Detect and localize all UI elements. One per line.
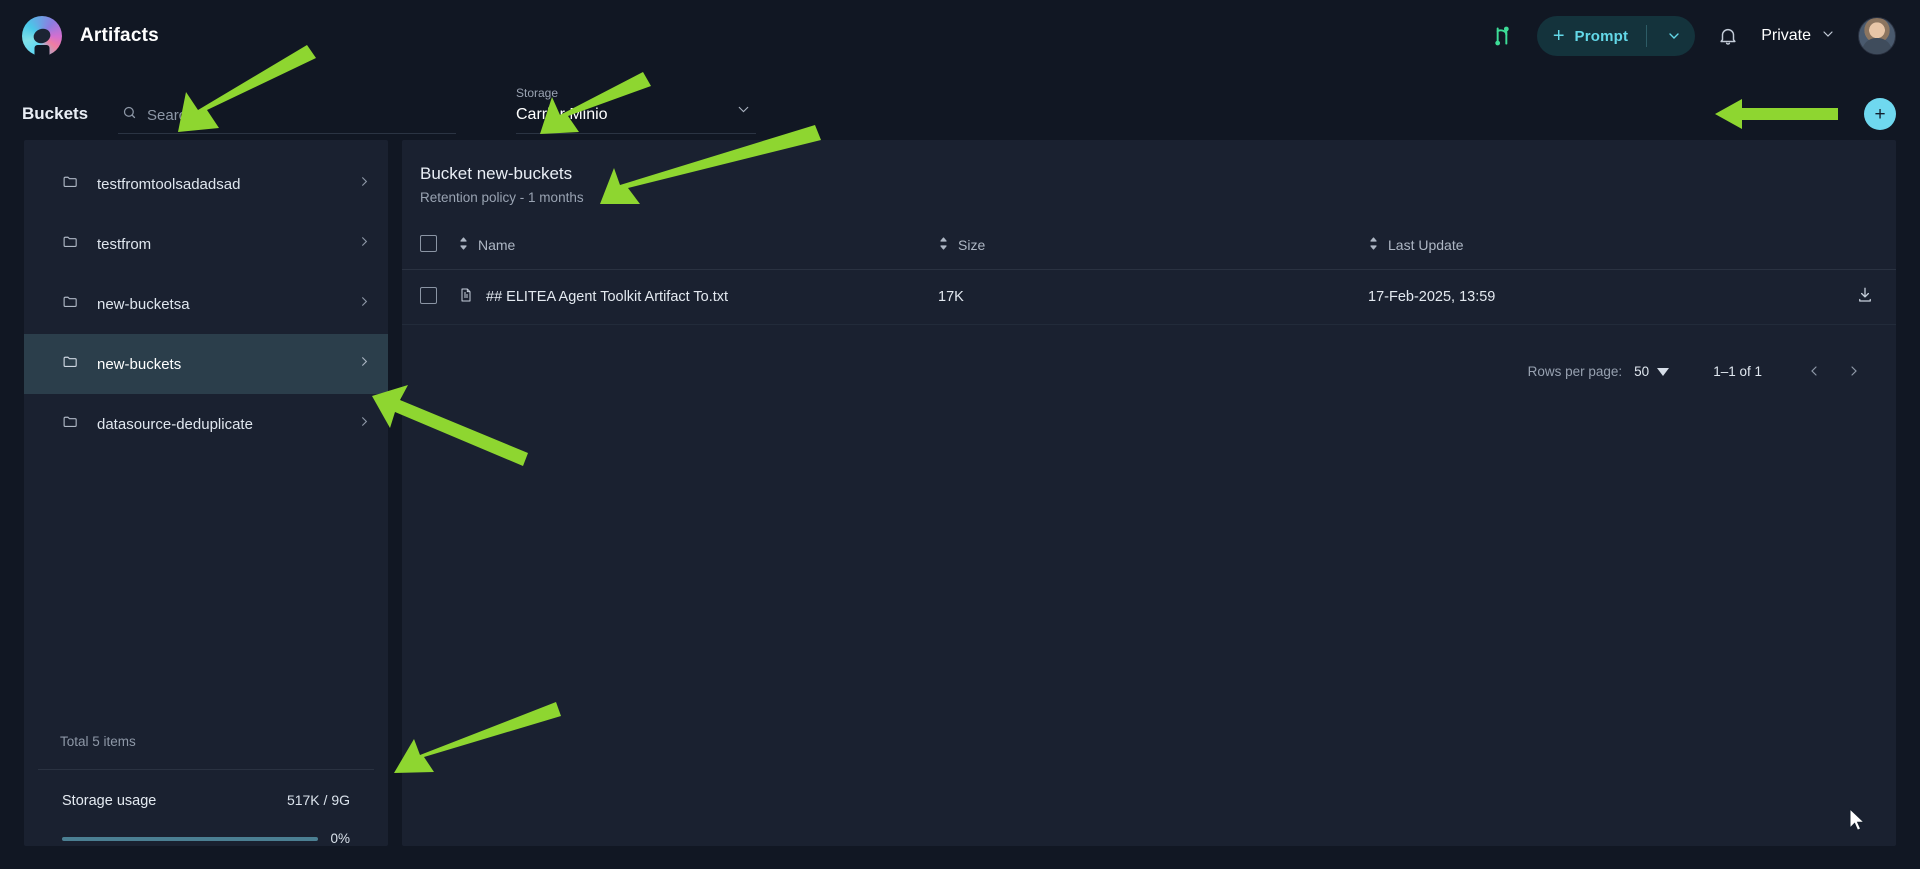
folder-icon xyxy=(62,413,79,435)
brand[interactable]: Artifacts xyxy=(22,16,159,56)
chevron-right-icon[interactable] xyxy=(357,414,372,434)
prompt-button-label: Prompt xyxy=(1574,27,1629,45)
download-icon[interactable] xyxy=(1856,287,1874,308)
file-name: ## ELITEA Agent Toolkit Artifact To.txt xyxy=(486,289,729,305)
search-icon xyxy=(122,105,137,125)
sidebar-item-testfrom[interactable]: testfrom xyxy=(24,214,388,274)
bucket-detail-header: Bucket new-buckets Retention policy - 1 … xyxy=(402,164,1896,205)
chevron-down-icon[interactable] xyxy=(1657,28,1691,44)
chevron-down-icon xyxy=(1820,26,1836,47)
chevron-right-icon[interactable] xyxy=(357,234,372,254)
storage-usage-label: Storage usage xyxy=(62,793,157,809)
previous-page-button[interactable] xyxy=(1794,351,1834,391)
add-bucket-button[interactable]: + xyxy=(1864,98,1896,130)
visibility-label: Private xyxy=(1761,27,1811,44)
top-bar: Artifacts + Prompt Private xyxy=(0,0,1920,72)
sidebar-item-testfromtoolsadadsad[interactable]: testfromtoolsadadsad xyxy=(24,154,388,214)
plus-icon: + xyxy=(1552,25,1565,47)
storage-usage-value: 517K / 9G xyxy=(286,792,350,808)
storage-usage-progressbar xyxy=(62,836,319,841)
row-checkbox[interactable] xyxy=(420,286,437,304)
chevron-down-icon[interactable] xyxy=(735,101,752,123)
retention-policy-label: Retention policy - 1 months xyxy=(420,190,584,205)
column-header-name[interactable]: Name xyxy=(458,225,938,270)
total-items-label: Total 5 items xyxy=(60,734,136,749)
storage-selected-value: Carrier Minio xyxy=(516,106,608,123)
sidebar-item-label: new-bucketsa xyxy=(97,295,190,313)
table-pagination: Rows per page: 50 1–1 of 1 xyxy=(402,325,1896,391)
row-last-update-cell: 17-Feb-2025, 13:59 xyxy=(1368,269,1826,325)
sidebar-item-label: testfrom xyxy=(97,235,152,253)
column-label: Name xyxy=(478,237,516,253)
storage-usage-percent: 0% xyxy=(330,831,350,846)
rows-per-page-value: 50 xyxy=(1634,363,1650,379)
column-header-actions xyxy=(1826,225,1896,270)
sort-arrows-icon[interactable] xyxy=(1368,236,1379,254)
sidebar-item-datasource-deduplicate[interactable]: datasource-deduplicate xyxy=(24,394,388,454)
column-header-size[interactable]: Size xyxy=(938,225,1368,270)
bucket-list: testfromtoolsadadsad testfrom new-bucket… xyxy=(24,140,388,454)
page-range-label: 1–1 of 1 xyxy=(1713,363,1762,379)
sidebar-item-label: new-buckets xyxy=(97,355,182,373)
column-header-last-update[interactable]: Last Update xyxy=(1368,225,1826,270)
artifacts-table: Name Size Last Update ## ELITEA Agent To… xyxy=(402,225,1896,325)
sort-arrows-icon[interactable] xyxy=(458,236,469,254)
notification-bell-icon[interactable] xyxy=(1717,25,1739,47)
table-header-row: Name Size Last Update xyxy=(402,225,1896,270)
sidebar-item-new-bucketsa[interactable]: new-bucketsa xyxy=(24,274,388,334)
rows-per-page-label: Rows per page: xyxy=(1527,363,1623,379)
row-actions-cell xyxy=(1826,269,1896,325)
content-area: testfromtoolsadadsad testfrom new-bucket… xyxy=(0,134,1920,846)
table-header: Name Size Last Update xyxy=(402,225,1896,270)
create-prompt-button[interactable]: + Prompt xyxy=(1536,16,1696,56)
chevron-right-icon[interactable] xyxy=(357,294,372,314)
sidebar-item-label: datasource-deduplicate xyxy=(97,415,253,433)
divider xyxy=(1646,25,1648,47)
table-row[interactable]: ## ELITEA Agent Toolkit Artifact To.txt … xyxy=(402,269,1896,325)
column-label: Size xyxy=(958,237,986,253)
chevron-right-icon[interactable] xyxy=(357,354,372,374)
avatar[interactable] xyxy=(1858,17,1896,55)
sidebar-item-new-buckets[interactable]: new-buckets xyxy=(24,334,388,394)
caret-down-icon xyxy=(1657,364,1670,379)
column-label: Last Update xyxy=(1388,237,1464,253)
artifacts-logo-icon xyxy=(22,16,62,56)
bucket-detail-panel: Bucket new-buckets Retention policy - 1 … xyxy=(402,140,1896,846)
top-bar-actions: + Prompt Private xyxy=(1489,16,1896,56)
document-icon xyxy=(458,287,474,307)
page-title: Buckets xyxy=(22,104,89,123)
sidebar-item-label: testfromtoolsadadsad xyxy=(97,175,241,193)
storage-usage-bar-row: 0% xyxy=(62,831,350,846)
table-body: ## ELITEA Agent Toolkit Artifact To.txt … xyxy=(402,269,1896,325)
toolbar: Buckets Storage Carrier Minio + xyxy=(0,72,1920,134)
select-all-checkbox[interactable] xyxy=(420,235,437,252)
brand-title: Artifacts xyxy=(80,25,159,46)
row-size-cell: 17K xyxy=(938,269,1368,325)
storage-usage-row: Storage usage 517K / 9G xyxy=(62,792,350,809)
visibility-selector[interactable]: Private xyxy=(1761,26,1836,47)
folder-icon xyxy=(62,233,79,255)
storage-usage-section: Storage usage 517K / 9G 0% xyxy=(24,770,388,846)
search-input[interactable] xyxy=(147,106,452,124)
row-select-cell xyxy=(402,269,458,325)
folder-icon xyxy=(62,353,79,375)
sort-arrows-icon[interactable] xyxy=(938,236,949,254)
search-field[interactable] xyxy=(118,105,456,134)
folder-icon xyxy=(62,173,79,195)
next-page-button[interactable] xyxy=(1834,351,1874,391)
compare-toggle-icon[interactable] xyxy=(1489,23,1515,49)
storage-label: Storage xyxy=(516,86,559,100)
rows-per-page-select[interactable]: 50 xyxy=(1634,363,1670,379)
folder-icon xyxy=(62,293,79,315)
chevron-right-icon[interactable] xyxy=(357,174,372,194)
bucket-title: Bucket new-buckets xyxy=(420,164,573,183)
select-all-header xyxy=(402,225,458,270)
storage-selector[interactable]: Storage Carrier Minio xyxy=(516,86,756,134)
row-name-cell: ## ELITEA Agent Toolkit Artifact To.txt xyxy=(458,269,938,325)
bucket-sidebar: testfromtoolsadadsad testfrom new-bucket… xyxy=(24,140,388,846)
